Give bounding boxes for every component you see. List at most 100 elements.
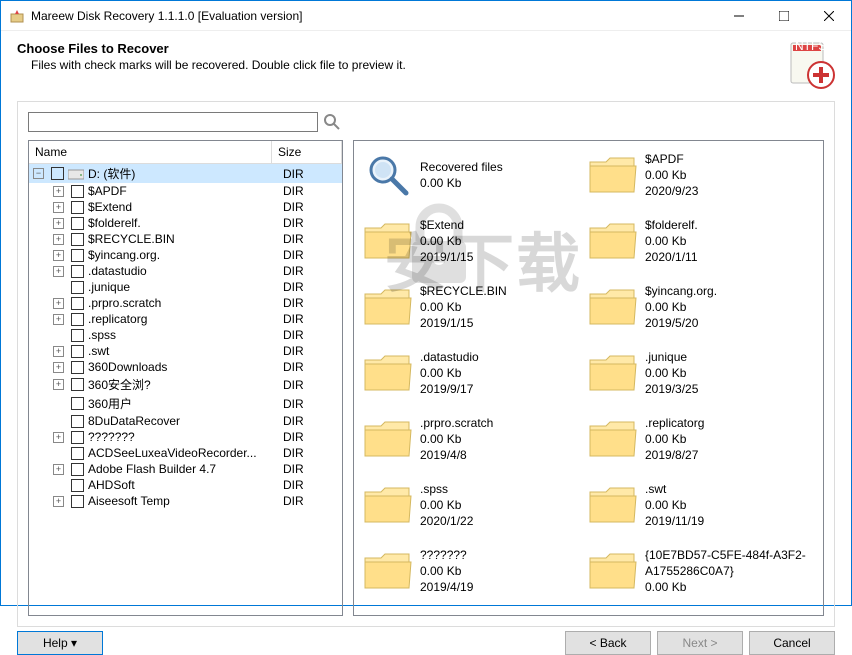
folder-item[interactable]: $APDF0.00 Kb2020/9/23: [585, 147, 810, 203]
checkbox[interactable]: [71, 297, 84, 310]
checkbox[interactable]: [71, 415, 84, 428]
folder-item[interactable]: .junique0.00 Kb2019/3/25: [585, 345, 810, 401]
search-icon[interactable]: [322, 112, 342, 132]
checkbox[interactable]: [71, 233, 84, 246]
item-name: $APDF: [645, 151, 698, 167]
tree-body[interactable]: − D: (软件) DIR +$APDFDIR+$ExtendDIR+$fold…: [29, 164, 342, 615]
search-input[interactable]: [28, 112, 318, 132]
expand-icon[interactable]: −: [33, 168, 44, 179]
expand-icon[interactable]: +: [53, 346, 64, 357]
tree-row[interactable]: +360DownloadsDIR: [29, 359, 342, 375]
item-size: 0.00 Kb: [420, 563, 473, 579]
expand-icon[interactable]: [53, 398, 64, 409]
folder-item[interactable]: $Extend0.00 Kb2019/1/15: [360, 213, 585, 269]
tree-item-name: .junique: [88, 280, 283, 294]
expand-icon[interactable]: +: [53, 464, 64, 475]
item-size: 0.00 Kb: [420, 497, 473, 513]
preview-panel: 安下载 Recovered files0.00 Kb$APDF0.00 Kb20…: [353, 140, 824, 616]
checkbox[interactable]: [71, 397, 84, 410]
expand-icon[interactable]: [53, 448, 64, 459]
checkbox[interactable]: [71, 281, 84, 294]
folder-item[interactable]: .spss0.00 Kb2020/1/22: [360, 477, 585, 533]
tree-row[interactable]: +$ExtendDIR: [29, 199, 342, 215]
expand-icon[interactable]: +: [53, 250, 64, 261]
folder-item[interactable]: $RECYCLE.BIN0.00 Kb2019/1/15: [360, 279, 585, 335]
tree-row[interactable]: +$folderelf.DIR: [29, 215, 342, 231]
expand-icon[interactable]: +: [53, 234, 64, 245]
checkbox[interactable]: [71, 185, 84, 198]
tree-row[interactable]: +.datastudioDIR: [29, 263, 342, 279]
expand-icon[interactable]: +: [53, 186, 64, 197]
checkbox[interactable]: [71, 313, 84, 326]
expand-icon[interactable]: +: [53, 432, 64, 443]
tree-item-name: .datastudio: [88, 264, 283, 278]
checkbox[interactable]: [71, 431, 84, 444]
item-date: 2019/11/19: [645, 513, 704, 529]
checkbox[interactable]: [71, 361, 84, 374]
tree-row[interactable]: +.replicatorgDIR: [29, 311, 342, 327]
folder-item[interactable]: ???????0.00 Kb2019/4/19: [360, 543, 585, 599]
tree-row[interactable]: ACDSeeLuxeaVideoRecorder...DIR: [29, 445, 342, 461]
folder-item[interactable]: .datastudio0.00 Kb2019/9/17: [360, 345, 585, 401]
expand-icon[interactable]: +: [53, 496, 64, 507]
help-button[interactable]: Help ▾: [17, 631, 103, 655]
tree-row[interactable]: +Aiseesoft TempDIR: [29, 493, 342, 509]
folder-grid[interactable]: 安下载 Recovered files0.00 Kb$APDF0.00 Kb20…: [354, 141, 823, 615]
checkbox[interactable]: [71, 329, 84, 342]
item-date: 2019/1/15: [420, 315, 507, 331]
back-button[interactable]: < Back: [565, 631, 651, 655]
folder-item[interactable]: {10E7BD57-C5FE-484f-A3F2-A1755286C0A7}0.…: [585, 543, 810, 599]
folder-item[interactable]: .prpro.scratch0.00 Kb2019/4/8: [360, 411, 585, 467]
expand-icon[interactable]: +: [53, 314, 64, 325]
tree-header-size[interactable]: Size: [272, 141, 342, 163]
tree-row[interactable]: +.prpro.scratchDIR: [29, 295, 342, 311]
expand-icon[interactable]: +: [53, 298, 64, 309]
folder-item[interactable]: $yincang.org.0.00 Kb2019/5/20: [585, 279, 810, 335]
tree-row[interactable]: +$yincang.org.DIR: [29, 247, 342, 263]
tree-row[interactable]: +$RECYCLE.BINDIR: [29, 231, 342, 247]
tree-row[interactable]: +Adobe Flash Builder 4.7DIR: [29, 461, 342, 477]
checkbox[interactable]: [71, 378, 84, 391]
checkbox[interactable]: [71, 201, 84, 214]
checkbox[interactable]: [51, 167, 64, 180]
expand-icon[interactable]: [53, 416, 64, 427]
tree-row[interactable]: +.swtDIR: [29, 343, 342, 359]
tree-row[interactable]: +???????DIR: [29, 429, 342, 445]
checkbox[interactable]: [71, 217, 84, 230]
expand-icon[interactable]: +: [53, 202, 64, 213]
checkbox[interactable]: [71, 265, 84, 278]
tree-row[interactable]: AHDSoftDIR: [29, 477, 342, 493]
checkbox[interactable]: [71, 479, 84, 492]
expand-icon[interactable]: [53, 330, 64, 341]
tree-row[interactable]: .juniqueDIR: [29, 279, 342, 295]
maximize-button[interactable]: [761, 1, 806, 30]
next-button[interactable]: Next >: [657, 631, 743, 655]
folder-item[interactable]: .replicatorg0.00 Kb2019/8/27: [585, 411, 810, 467]
folder-item[interactable]: .swt0.00 Kb2019/11/19: [585, 477, 810, 533]
checkbox[interactable]: [71, 495, 84, 508]
expand-icon[interactable]: +: [53, 379, 64, 390]
checkbox[interactable]: [71, 447, 84, 460]
expand-icon[interactable]: [53, 282, 64, 293]
tree-row[interactable]: +360安全浏?DIR: [29, 375, 342, 394]
tree-row[interactable]: 8DuDataRecoverDIR: [29, 413, 342, 429]
cancel-button[interactable]: Cancel: [749, 631, 835, 655]
tree-header-name[interactable]: Name: [29, 141, 272, 163]
tree-row[interactable]: 360用户DIR: [29, 394, 342, 413]
expand-icon[interactable]: +: [53, 266, 64, 277]
checkbox[interactable]: [71, 345, 84, 358]
folder-icon: [360, 477, 416, 533]
svg-text:NTFS: NTFS: [795, 41, 826, 53]
expand-icon[interactable]: +: [53, 362, 64, 373]
expand-icon[interactable]: +: [53, 218, 64, 229]
tree-row[interactable]: +$APDFDIR: [29, 183, 342, 199]
expand-icon[interactable]: [53, 480, 64, 491]
tree-row[interactable]: .spssDIR: [29, 327, 342, 343]
checkbox[interactable]: [71, 463, 84, 476]
tree-root-row[interactable]: − D: (软件) DIR: [29, 164, 342, 183]
minimize-button[interactable]: [716, 1, 761, 30]
folder-item[interactable]: $folderelf.0.00 Kb2020/1/11: [585, 213, 810, 269]
checkbox[interactable]: [71, 249, 84, 262]
folder-item[interactable]: Recovered files0.00 Kb: [360, 147, 585, 203]
close-button[interactable]: [806, 1, 851, 30]
